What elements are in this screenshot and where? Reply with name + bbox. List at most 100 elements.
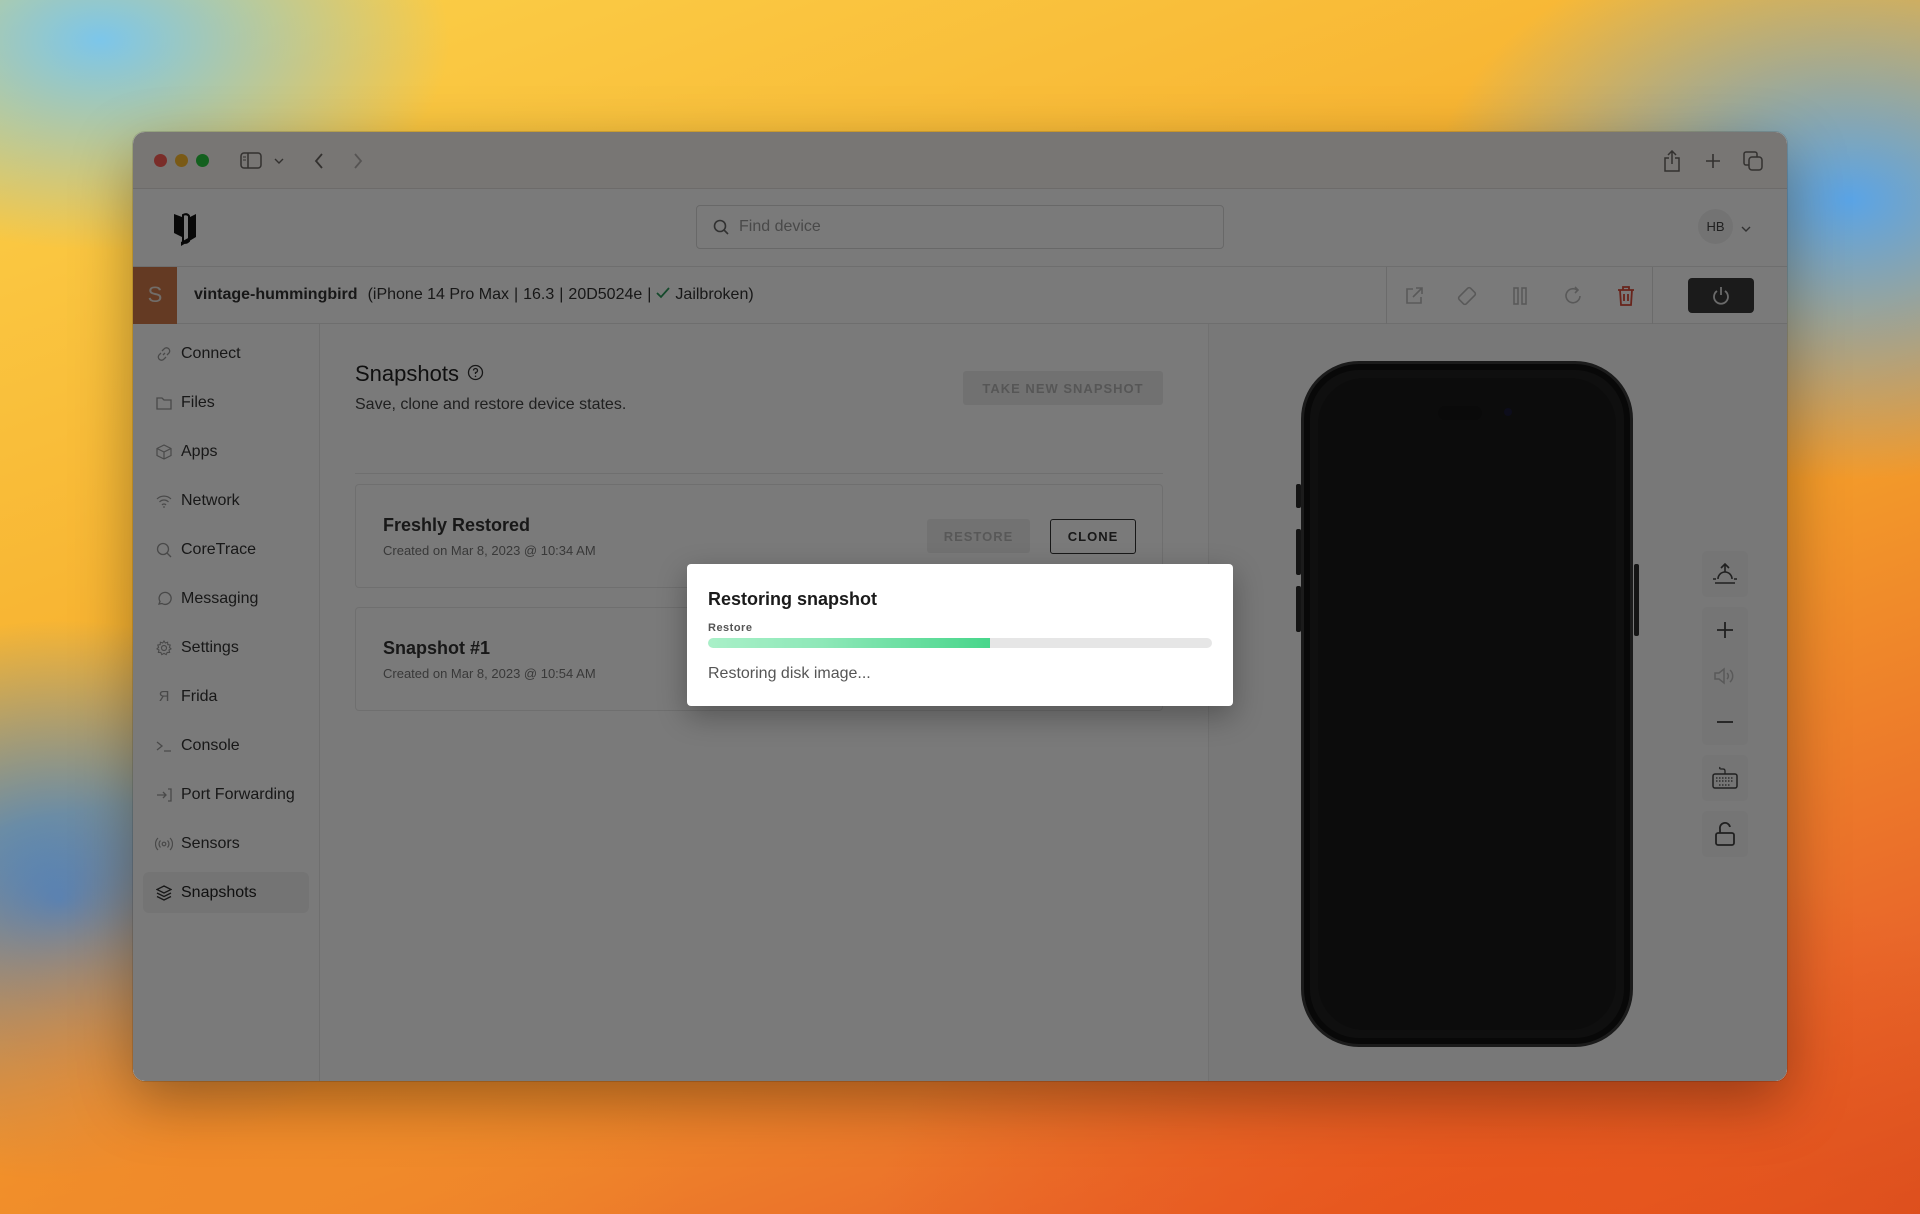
divider (355, 473, 1163, 474)
sidebar-item-settings[interactable]: Settings (143, 627, 309, 668)
sidebar-item-console[interactable]: Console (143, 725, 309, 766)
corellium-logo-icon[interactable] (173, 211, 197, 252)
device-model: (iPhone 14 Pro Max (367, 286, 509, 303)
snapshot-name: Freshly Restored (383, 515, 531, 535)
tab-overview-icon[interactable] (1741, 132, 1765, 189)
device-name: vintage-hummingbird (194, 286, 358, 303)
sidebar-item-sensors[interactable]: Sensors (143, 823, 309, 864)
forward-button[interactable] (348, 132, 368, 189)
gear-icon (155, 639, 173, 657)
sidebar-item-label: CoreTrace (181, 540, 256, 558)
sidebar-item-label: Connect (181, 344, 241, 362)
keyboard-control-group (1702, 755, 1748, 801)
device-preview-pane (1208, 324, 1787, 1081)
minimize-window-button[interactable] (175, 153, 188, 167)
restore-button[interactable]: RESTORE (927, 519, 1030, 553)
speaker-icon (1702, 653, 1748, 699)
window-controls (154, 153, 209, 167)
sidebar-item-apps[interactable]: Apps (143, 431, 309, 472)
home-control-group (1702, 551, 1748, 597)
sidebar-item-label: Settings (181, 638, 239, 656)
sidebar-item-label: Console (181, 736, 240, 754)
chevron-down-icon[interactable] (272, 132, 286, 189)
dynamic-island (1438, 406, 1482, 420)
search-icon (155, 541, 173, 559)
browser-titlebar (133, 132, 1787, 189)
chevron-down-icon[interactable] (1741, 219, 1751, 237)
separator: | (559, 286, 564, 303)
sidebar-item-port-forwarding[interactable]: Port Forwarding (143, 774, 309, 815)
sidebar-item-network[interactable]: Network (143, 480, 309, 521)
snapshot-created: Created on Mar 8, 2023 @ 10:54 AM (383, 666, 596, 681)
sidebar-item-messaging[interactable]: Messaging (143, 578, 309, 619)
user-avatar[interactable]: HB (1698, 209, 1733, 244)
close-window-button[interactable] (154, 153, 167, 167)
sidebar-item-label: Port Forwarding (181, 785, 295, 803)
cube-icon (155, 443, 173, 461)
power-button[interactable] (1688, 278, 1754, 313)
sidebar-item-label: Apps (181, 442, 218, 460)
wifi-icon (155, 492, 173, 510)
port-forward-icon (155, 786, 173, 804)
device-sidebar: Connect Files Apps Network CoreTrace Mes… (133, 324, 320, 1081)
app-header: Find device HB (133, 189, 1787, 267)
page-title: Snapshots (355, 361, 484, 387)
unlock-icon[interactable] (1702, 811, 1748, 857)
phone-screen[interactable] (1318, 378, 1616, 1030)
help-icon[interactable] (467, 361, 484, 387)
device-jailbreak-status: Jailbroken) (675, 286, 754, 303)
clone-button[interactable]: CLONE (1050, 519, 1136, 554)
restoring-snapshot-dialog: Restoring snapshot Restore Restoring dis… (687, 564, 1233, 706)
device-screen[interactable] (1301, 361, 1633, 1047)
rotate-device-icon[interactable] (1440, 267, 1493, 324)
take-new-snapshot-button[interactable]: TAKE NEW SNAPSHOT (963, 371, 1163, 405)
volume-down-icon[interactable] (1702, 699, 1748, 745)
sidebar-item-label: Network (181, 491, 240, 509)
search-placeholder: Find device (739, 218, 821, 235)
separator: | (647, 286, 652, 303)
folder-icon (155, 394, 173, 412)
device-controls (1702, 551, 1748, 867)
volume-up-icon[interactable] (1702, 607, 1748, 653)
dialog-title: Restoring snapshot (708, 589, 878, 609)
sidebar-item-files[interactable]: Files (143, 382, 309, 423)
trash-icon[interactable] (1599, 267, 1652, 324)
link-icon (155, 345, 173, 363)
sidebar-item-label: Files (181, 393, 215, 411)
reboot-icon[interactable] (1546, 267, 1599, 324)
keyboard-icon[interactable] (1702, 755, 1748, 801)
share-icon[interactable] (1660, 132, 1684, 189)
restore-progress-bar (708, 638, 1212, 648)
page-title-text: Snapshots (355, 361, 459, 386)
side-power-button (1634, 564, 1639, 636)
sensor-icon (155, 835, 173, 853)
camera-dot (1504, 408, 1512, 416)
power-icon (1713, 286, 1729, 305)
device-actions (1386, 267, 1652, 324)
search-icon (713, 219, 729, 235)
frida-icon: Я (158, 688, 170, 705)
sidebar-item-label: Snapshots (181, 883, 257, 901)
sidebar-item-coretrace[interactable]: CoreTrace (143, 529, 309, 570)
progress-label: Restore (708, 622, 753, 634)
sidebar-item-frida[interactable]: Я Frida (143, 676, 309, 717)
back-button[interactable] (309, 132, 329, 189)
device-bar: S vintage-hummingbird (iPhone 14 Pro Max… (133, 266, 1787, 324)
sidebar-toggle-icon[interactable] (239, 132, 263, 189)
open-external-icon[interactable] (1387, 267, 1440, 324)
sidebar-item-snapshots[interactable]: Snapshots (143, 872, 309, 913)
layers-icon (155, 884, 173, 902)
home-button-icon[interactable] (1702, 551, 1748, 597)
zoom-window-button[interactable] (196, 153, 209, 167)
snapshot-name: Snapshot #1 (383, 638, 491, 658)
device-toolbar (1386, 267, 1787, 324)
sidebar-item-label: Frida (181, 687, 218, 705)
new-tab-icon[interactable] (1701, 132, 1725, 189)
snapshot-created: Created on Mar 8, 2023 @ 10:34 AM (383, 543, 596, 558)
pause-icon[interactable] (1493, 267, 1546, 324)
device-search-input[interactable]: Find device (696, 205, 1224, 249)
device-version: 16.3 (523, 286, 555, 303)
device-badge: S (133, 266, 177, 324)
sidebar-item-connect[interactable]: Connect (143, 333, 309, 374)
chat-bubble-icon (155, 590, 173, 608)
